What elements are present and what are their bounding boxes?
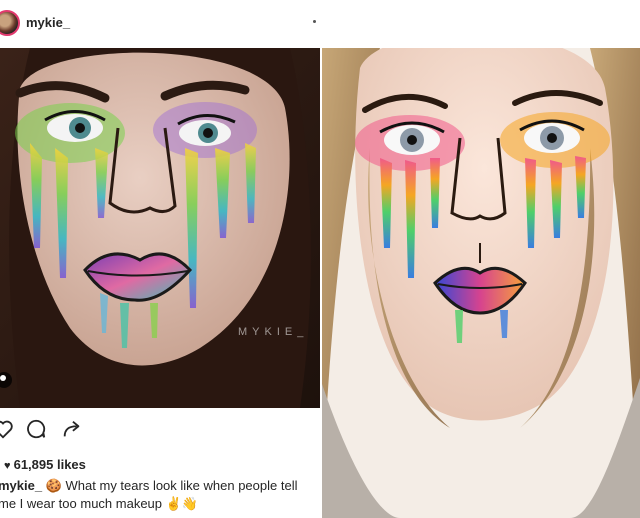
caption-emojis: ✌👋 <box>165 496 199 511</box>
post-header: mykie_ <box>0 0 320 48</box>
caption-text: What my tears look like when people tell… <box>0 478 298 511</box>
action-bar <box>0 408 320 452</box>
share-icon[interactable] <box>61 418 83 440</box>
comment-icon[interactable] <box>25 418 47 440</box>
caption-emoji: 🍪 <box>45 478 62 493</box>
heart-icon[interactable] <box>0 418 14 440</box>
right-header-blank <box>322 0 640 48</box>
avatar[interactable] <box>0 10 20 36</box>
post-photo[interactable] <box>0 48 320 408</box>
post-caption: mykie_ 🍪 What my tears look like when pe… <box>0 477 316 513</box>
comparison-photo <box>320 48 640 518</box>
more-options-icon[interactable] <box>313 20 316 23</box>
likes-count[interactable]: ♥ 61,895 likes <box>4 457 86 472</box>
image-divider <box>320 48 322 518</box>
post-username[interactable]: mykie_ <box>26 15 70 30</box>
watermark: MYKIE_ <box>238 326 309 338</box>
heart-icon: ♥ <box>4 460 14 472</box>
caption-username[interactable]: mykie_ <box>0 478 42 493</box>
